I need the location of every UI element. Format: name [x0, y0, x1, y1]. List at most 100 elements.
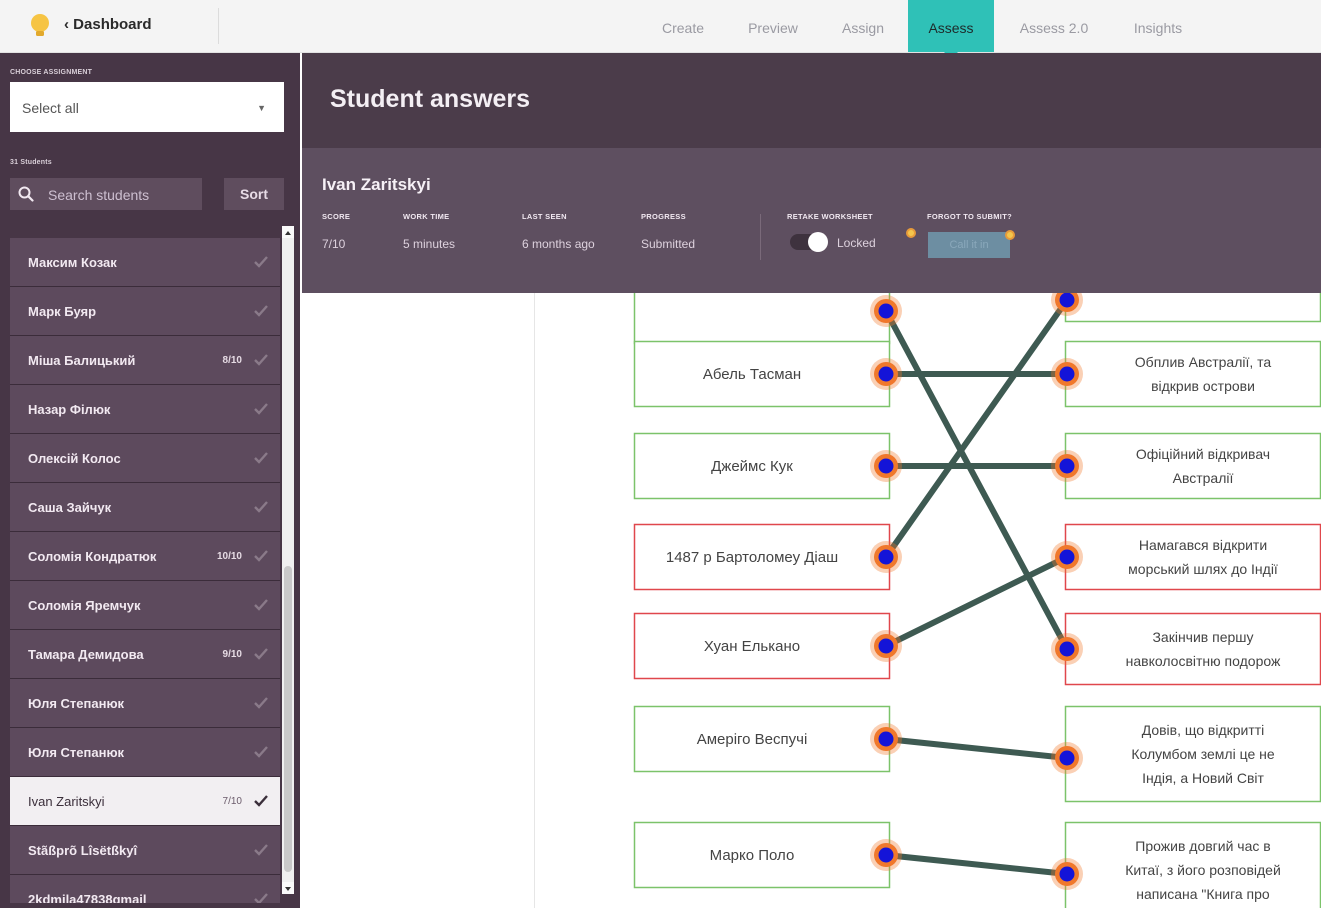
tab-assign[interactable]: Assign: [828, 0, 898, 52]
student-name-label: Юля Степанюк: [28, 745, 125, 760]
student-list-item[interactable]: Stãßprõ Lîsëtßkyî: [10, 826, 280, 875]
checkmark-icon: [254, 893, 268, 903]
connector-dot[interactable]: [1059, 641, 1075, 657]
tab-assess-2[interactable]: Assess 2.0: [1006, 0, 1102, 52]
student-name-label: Міша Балицький: [28, 353, 136, 368]
connector-dot[interactable]: [1059, 366, 1075, 382]
student-list-item[interactable]: Марк Буяр: [10, 287, 280, 336]
tab-preview[interactable]: Preview: [735, 0, 811, 52]
student-score: 8/10: [222, 355, 242, 366]
left-answer-text: Джеймс Кук: [711, 458, 793, 475]
right-answer-text: Австралії: [1173, 470, 1234, 486]
student-list-item[interactable]: Соломія Яремчук: [10, 581, 280, 630]
topbar-divider: [218, 8, 219, 44]
score-label: SCORE: [322, 212, 351, 221]
student-list-item[interactable]: Міша Балицький 8/10: [10, 336, 280, 385]
help-dot-icon[interactable]: [906, 228, 916, 238]
help-dot-icon[interactable]: [1005, 230, 1015, 240]
student-score: 10/10: [216, 551, 242, 562]
student-name: Ivan Zaritskyi: [322, 175, 431, 194]
tab-insights[interactable]: Insights: [1118, 0, 1198, 52]
matching-diagram: Абель Тасман Джеймс Кук 1487 р Бартоломеу …: [633, 293, 1321, 908]
search-students-input[interactable]: [46, 178, 200, 212]
student-list-item[interactable]: Саша Зайчук: [10, 483, 280, 532]
connector-dot[interactable]: [878, 458, 894, 474]
student-name-label: Stãßprõ Lîsëtßkyî: [28, 843, 138, 858]
search-box[interactable]: [10, 178, 202, 212]
back-label: Dashboard: [73, 16, 152, 33]
checkmark-icon: [254, 697, 268, 709]
last-seen-value: 6 months ago: [522, 237, 595, 251]
left-answer-text: Марко Поло: [710, 847, 795, 864]
connection-line: [883, 852, 1070, 877]
question-side-panel: [302, 293, 535, 908]
student-list-item[interactable]: Назар Філюк: [10, 385, 280, 434]
student-name-label: Назар Філюк: [28, 402, 111, 417]
right-answer-text: Закінчив першу: [1152, 629, 1253, 645]
student-name-label: Юля Степанюк: [28, 696, 125, 711]
student-score: 9/10: [222, 649, 242, 660]
student-list-scrollbar[interactable]: [282, 226, 294, 894]
main-header: Student answers: [302, 53, 1321, 148]
chevron-left-icon: ‹: [64, 16, 74, 33]
connector-dot[interactable]: [878, 366, 894, 382]
right-answer-card[interactable]: [1064, 432, 1321, 500]
connection-line: [883, 297, 1070, 560]
right-answer-text: Намагався відкрити: [1139, 537, 1267, 553]
student-list-item[interactable]: Олексій Колос: [10, 434, 280, 483]
student-list-item[interactable]: Тамара Демидова 9/10: [10, 630, 280, 679]
tab-assess[interactable]: Assess: [908, 0, 994, 59]
scroll-up-arrow-icon[interactable]: [282, 226, 294, 238]
connector-dot[interactable]: [878, 731, 894, 747]
student-list-item[interactable]: Максим Козак: [10, 238, 280, 287]
connector-dot[interactable]: [1059, 549, 1075, 565]
left-answer-text: Хуан Елькано: [704, 638, 800, 655]
student-list-item[interactable]: Ivan Zaritskyi 7/10: [10, 777, 280, 826]
assignment-select[interactable]: Select all ▼: [10, 82, 284, 132]
choose-assignment-label: CHOOSE ASSIGNMENT: [10, 69, 93, 76]
retake-state-label: Locked: [837, 236, 876, 250]
right-answer-text: написана "Книга про: [1136, 886, 1270, 902]
right-answer-text: Колумбом землі це не: [1131, 746, 1275, 762]
connector-dot[interactable]: [1059, 458, 1075, 474]
connector-dot[interactable]: [1059, 293, 1075, 308]
back-to-dashboard-link[interactable]: ‹ Dashboard: [64, 16, 152, 33]
student-list-item[interactable]: Соломія Кондратюк 10/10: [10, 532, 280, 581]
sidebar: CHOOSE ASSIGNMENT Select all ▼ 31 Studen…: [0, 53, 300, 908]
checkmark-icon: [254, 403, 268, 415]
student-list-item[interactable]: Юля Степанюк: [10, 728, 280, 777]
checkmark-icon: [254, 746, 268, 758]
right-answer-card[interactable]: [1064, 523, 1321, 591]
right-answer-text: навколосвітню подорож: [1126, 653, 1281, 669]
connector-dot[interactable]: [878, 638, 894, 654]
scroll-thumb[interactable]: [284, 566, 292, 872]
student-name-label: Соломія Кондратюк: [28, 549, 157, 564]
progress-label: PROGRESS: [641, 212, 686, 221]
connector-dot[interactable]: [878, 549, 894, 565]
right-answer-card[interactable]: [1064, 340, 1321, 408]
scroll-down-arrow-icon[interactable]: [282, 882, 294, 894]
retake-toggle[interactable]: [790, 232, 828, 252]
connector-dot[interactable]: [1059, 750, 1075, 766]
right-answer-card[interactable]: [1064, 612, 1321, 686]
connector-dot[interactable]: [878, 847, 894, 863]
connector-dot[interactable]: [1059, 866, 1075, 882]
student-name-label: Максим Козак: [28, 255, 117, 270]
connector-dot[interactable]: [878, 303, 894, 319]
student-list-item[interactable]: 2kdmila47838gmail: [10, 875, 280, 903]
work-time-label: WORK TIME: [403, 212, 450, 221]
right-answer-card[interactable]: [1064, 293, 1321, 323]
top-bar: ‹ Dashboard Create Preview Assign Assess…: [0, 0, 1321, 59]
checkmark-icon: [254, 550, 268, 562]
toggle-knob: [808, 232, 828, 252]
tab-create[interactable]: Create: [648, 0, 718, 52]
call-it-in-button[interactable]: Call it in: [928, 232, 1010, 258]
checkmark-icon: [254, 599, 268, 611]
page-title: Student answers: [330, 85, 531, 113]
checkmark-icon: [254, 305, 268, 317]
lightbulb-logo-icon[interactable]: [30, 13, 50, 39]
student-score: 7/10: [222, 796, 242, 807]
student-list-item[interactable]: Юля Степанюк: [10, 679, 280, 728]
left-answer-card[interactable]: [633, 293, 891, 345]
sort-button[interactable]: Sort: [224, 178, 284, 210]
